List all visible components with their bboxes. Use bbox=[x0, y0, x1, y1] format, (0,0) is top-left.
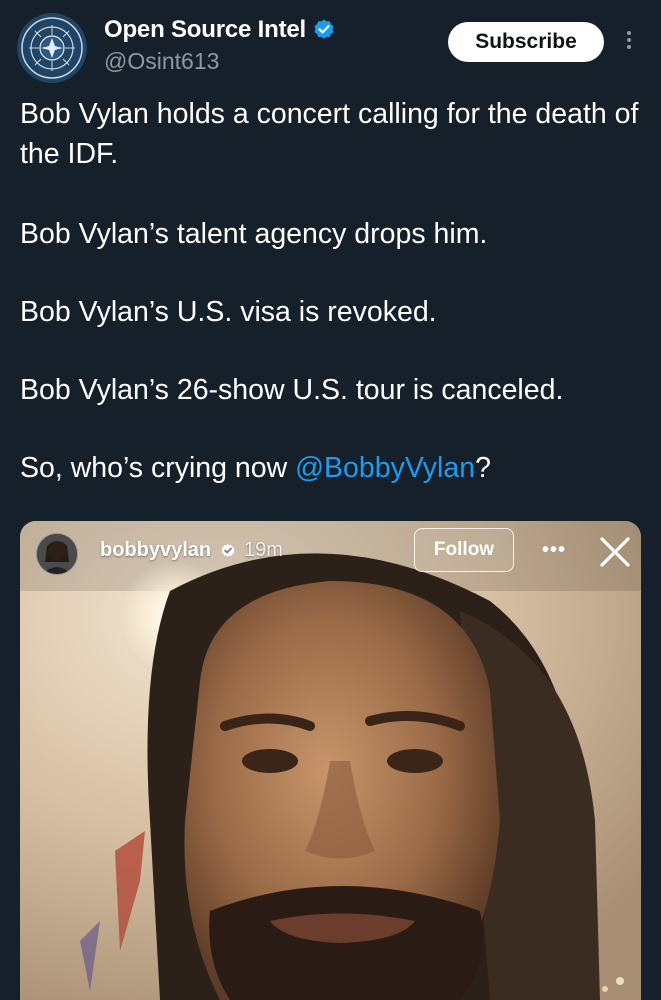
story-username[interactable]: bobbyvylan bbox=[100, 539, 211, 562]
tweet-paragraph: Bob Vylan’s talent agency drops him. bbox=[20, 218, 488, 250]
verified-badge-icon bbox=[312, 18, 336, 42]
tweet-text-segment: So, who’s crying now bbox=[20, 452, 296, 484]
story-follow-button[interactable]: Follow bbox=[414, 528, 514, 572]
story-more-icon[interactable]: ••• bbox=[542, 539, 572, 561]
author-avatar[interactable] bbox=[17, 13, 87, 83]
embedded-story-image[interactable]: bobbyvylan 19m Follow ••• bbox=[20, 521, 641, 1000]
story-user-avatar[interactable] bbox=[36, 533, 78, 575]
subscribe-button[interactable]: Subscribe bbox=[448, 22, 604, 62]
tweet-text-segment: ? bbox=[475, 452, 491, 484]
tweet-paragraph: Bob Vylan holds a concert calling for th… bbox=[20, 98, 639, 170]
story-verified-badge-icon bbox=[220, 543, 236, 559]
more-vertical-icon[interactable] bbox=[622, 28, 636, 58]
author-display-name[interactable]: Open Source Intel bbox=[104, 16, 306, 44]
tweet-header: Open Source Intel @Osint613 Subscribe bbox=[0, 0, 661, 90]
story-timestamp: 19m bbox=[244, 539, 283, 561]
mention-link[interactable]: @BobbyVylan bbox=[295, 452, 475, 484]
tweet-paragraph: Bob Vylan’s U.S. visa is revoked. bbox=[20, 296, 437, 328]
tweet-paragraph-last: So, who’s crying now @BobbyVylan? bbox=[20, 448, 491, 488]
tweet-paragraph: Bob Vylan’s 26-show U.S. tour is cancele… bbox=[20, 374, 564, 406]
osint-logo-icon bbox=[17, 13, 87, 83]
close-icon[interactable] bbox=[598, 535, 632, 569]
story-photo bbox=[20, 521, 641, 1000]
author-name-row[interactable]: Open Source Intel bbox=[104, 16, 336, 44]
story-header-bar: bobbyvylan 19m Follow ••• bbox=[20, 521, 641, 583]
author-handle[interactable]: @Osint613 bbox=[104, 48, 219, 75]
